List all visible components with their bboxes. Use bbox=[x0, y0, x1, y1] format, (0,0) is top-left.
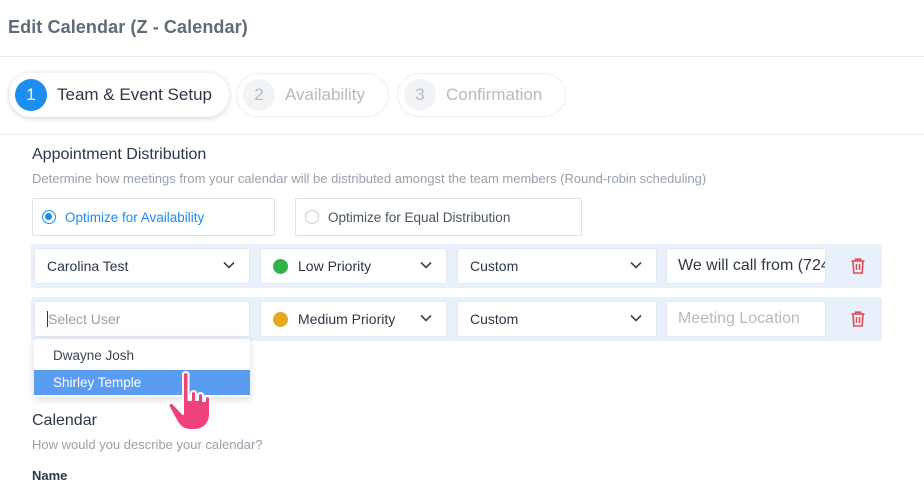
stepper: 1 Team & Event Setup 2 Availability 3 Co… bbox=[0, 57, 924, 135]
step-team-event-setup[interactable]: 1 Team & Event Setup bbox=[9, 73, 229, 117]
step-label: Team & Event Setup bbox=[57, 85, 212, 104]
trash-icon[interactable] bbox=[848, 256, 868, 276]
step-number: 2 bbox=[243, 79, 275, 111]
priority-dot-icon bbox=[273, 258, 288, 274]
step-confirmation[interactable]: 3 Confirmation bbox=[397, 73, 566, 117]
user-select-placeholder: Select User bbox=[48, 311, 121, 327]
priority-select-value: Medium Priority bbox=[298, 311, 396, 327]
name-field-label: Name bbox=[32, 468, 68, 483]
radio-label: Optimize for Availability bbox=[65, 209, 205, 225]
priority-select[interactable]: Low Priority bbox=[260, 248, 447, 284]
chevron-down-icon bbox=[420, 314, 432, 322]
calendar-section-title: Calendar bbox=[32, 412, 97, 429]
user-select-value: Carolina Test bbox=[47, 258, 129, 274]
step-number: 1 bbox=[15, 79, 47, 111]
trash-icon[interactable] bbox=[848, 309, 868, 329]
radio-optimize-availability[interactable]: Optimize for Availability bbox=[32, 198, 275, 236]
step-number: 3 bbox=[404, 79, 436, 111]
step-availability[interactable]: 2 Availability bbox=[236, 73, 389, 117]
calendar-section-subtitle: How would you describe your calendar? bbox=[32, 437, 263, 452]
chevron-down-icon bbox=[420, 261, 432, 269]
meeting-location-input[interactable]: We will call from (724 bbox=[666, 248, 826, 284]
step-label: Confirmation bbox=[446, 85, 543, 104]
location-type-select[interactable]: Custom bbox=[457, 301, 657, 337]
priority-select[interactable]: Medium Priority bbox=[260, 301, 447, 337]
meeting-location-input[interactable]: Meeting Location bbox=[666, 301, 826, 337]
location-type-value: Custom bbox=[470, 258, 519, 274]
radio-optimize-equal-distribution[interactable]: Optimize for Equal Distribution bbox=[295, 198, 582, 236]
radio-icon[interactable] bbox=[305, 210, 319, 224]
hand-pointer-icon bbox=[167, 371, 211, 431]
step-label: Availability bbox=[285, 85, 366, 104]
radio-label: Optimize for Equal Distribution bbox=[328, 209, 511, 225]
radio-icon[interactable] bbox=[42, 210, 56, 224]
priority-select-value: Low Priority bbox=[298, 258, 372, 274]
dropdown-option[interactable]: Dwayne Josh bbox=[34, 343, 250, 368]
chevron-down-icon bbox=[630, 261, 642, 269]
chevron-down-icon bbox=[223, 261, 235, 269]
user-select[interactable]: Carolina Test bbox=[34, 248, 250, 284]
distribution-subtitle: Determine how meetings from your calenda… bbox=[32, 171, 707, 186]
priority-dot-icon bbox=[273, 311, 288, 327]
page-title: Edit Calendar (Z - Calendar) bbox=[8, 17, 248, 37]
distribution-title: Appointment Distribution bbox=[32, 146, 207, 163]
team-member-row: Select User Medium Priority Custom Meeti… bbox=[31, 297, 882, 341]
location-type-value: Custom bbox=[470, 311, 519, 327]
location-type-select[interactable]: Custom bbox=[457, 248, 657, 284]
user-select-search[interactable]: Select User bbox=[34, 301, 250, 337]
chevron-down-icon bbox=[630, 314, 642, 322]
page-header: Edit Calendar (Z - Calendar) bbox=[0, 0, 924, 57]
team-member-row: Carolina Test Low Priority Custom We wil… bbox=[31, 244, 882, 288]
